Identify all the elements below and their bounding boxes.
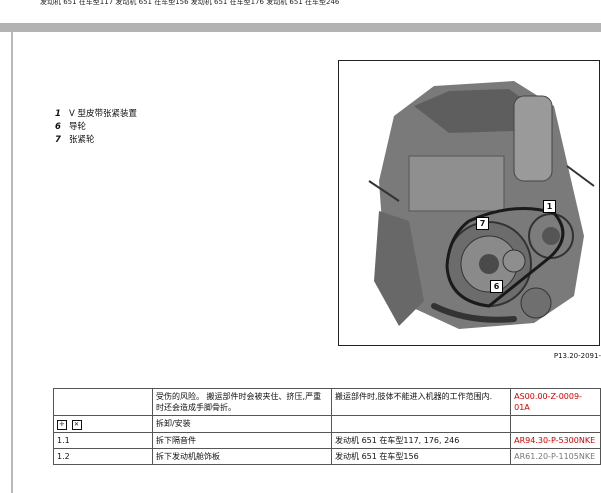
legend-label: 张紧轮 — [69, 135, 95, 145]
callout-6: 6 — [490, 280, 503, 293]
legend-label: 导轮 — [69, 122, 87, 132]
table-row: ✛ ✕ 拆卸/安装 — [53, 415, 601, 433]
left-margin-rule — [11, 32, 13, 493]
table-cell: ✛ ✕ — [53, 415, 153, 433]
table-row: 受伤的风险。 搬运部件时会被夹住、挤压,严重时还会造成手脚骨折。 搬运部件时,肢… — [53, 388, 601, 416]
document-link[interactable]: AR61.20-P-1105NKE — [510, 448, 601, 465]
table-cell — [510, 415, 601, 433]
figure-legend: 1 V 型皮带张紧装置 6 导轮 7 张紧轮 — [55, 108, 137, 147]
table-cell: 搬运部件时,肢体不能进入机器的工作范围内. — [331, 388, 512, 416]
table-cell — [53, 388, 153, 416]
engine-drawing — [368, 81, 595, 329]
engine-illustration: 1 7 6 — [338, 60, 600, 346]
table-cell: 拆下发动机舱饰板 — [151, 448, 333, 465]
legend-item: 7 张紧轮 — [55, 134, 137, 147]
legend-item: 6 导轮 — [55, 121, 137, 134]
step-number: 1.1 — [53, 432, 153, 449]
step-number: 1.2 — [53, 448, 153, 465]
legend-label: V 型皮带张紧装置 — [69, 109, 138, 119]
table-row: 1.2 拆下发动机舱饰板 发动机 651 在车型156 AR61.20-P-11… — [53, 448, 601, 465]
table-cell — [331, 415, 512, 433]
document-link[interactable]: AR94.30-P-5300NKE — [510, 432, 601, 449]
table-cell: 发动机 651 在车型117, 176, 246 — [331, 432, 512, 449]
running-header: 发动机 651 在车型117 发动机 651 在车型156 发动机 651 在车… — [40, 0, 340, 6]
legend-number: 7 — [55, 135, 61, 145]
expand-icon: ✛ — [57, 420, 67, 430]
legend-item: 1 V 型皮带张紧装置 — [55, 108, 137, 121]
table-cell: 受伤的风险。 搬运部件时会被夹住、挤压,严重时还会造成手脚骨折。 — [151, 388, 333, 416]
callout-1: 1 — [543, 200, 556, 213]
procedure-table: 受伤的风险。 搬运部件时会被夹住、挤压,严重时还会造成手脚骨折。 搬运部件时,肢… — [53, 388, 601, 465]
figure-code: P13.20-2091- — [553, 352, 601, 360]
document-link[interactable]: AS00.00-Z-0009-01A — [510, 388, 601, 416]
legend-number: 6 — [55, 122, 61, 132]
table-row: 1.1 拆下隔音件 发动机 651 在车型117, 176, 246 AR94.… — [53, 432, 601, 449]
legend-number: 1 — [55, 109, 61, 119]
table-cell: 拆卸/安装 — [151, 415, 333, 433]
table-cell: 发动机 651 在车型156 — [331, 448, 512, 465]
table-cell: 拆下隔音件 — [151, 432, 333, 449]
collapse-icon: ✕ — [71, 420, 82, 430]
callout-7: 7 — [476, 217, 489, 230]
top-divider — [0, 23, 601, 32]
